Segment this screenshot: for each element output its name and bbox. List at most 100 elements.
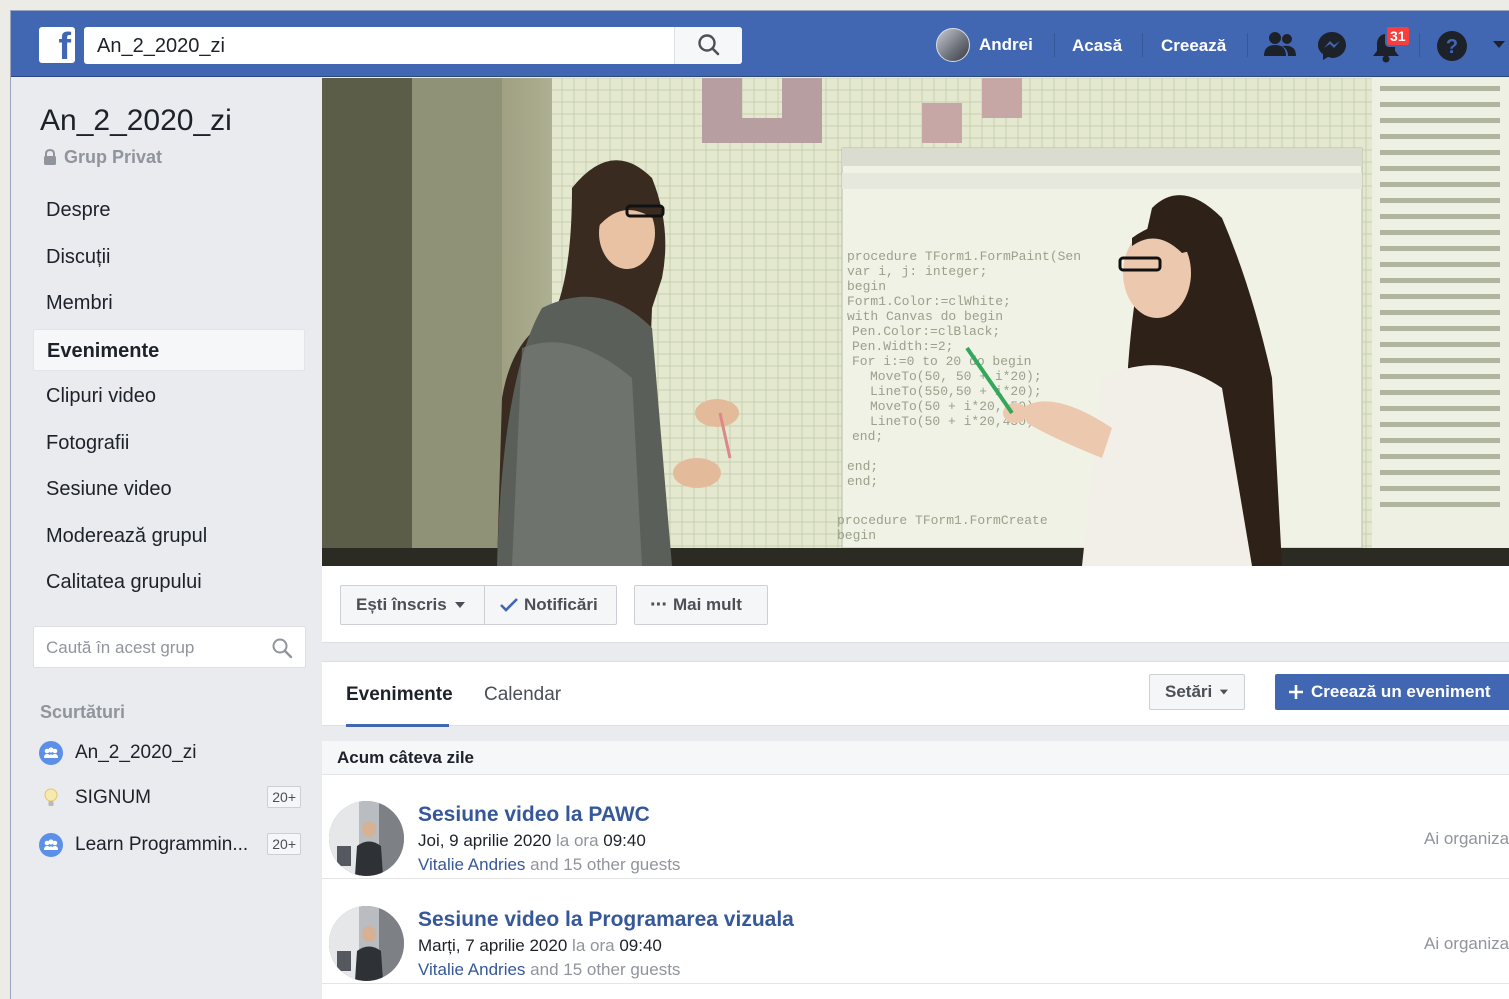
list-item[interactable]: Sesiune video la Programarea vizuala Mar… bbox=[322, 880, 1509, 984]
active-tab-indicator bbox=[346, 724, 449, 727]
svg-text:end;: end; bbox=[847, 474, 878, 489]
notifications-label: Notificări bbox=[524, 595, 598, 614]
cover-image: procedure TForm1.FormPaint(Sen var i, j:… bbox=[322, 78, 1509, 566]
sidebar-item-group-quality[interactable]: Calitatea grupului bbox=[33, 561, 305, 603]
event-photo-image bbox=[329, 906, 404, 981]
event-day: Marți, 7 aprilie 2020 bbox=[418, 936, 568, 955]
svg-text:For i:=0 to 20 do begin: For i:=0 to 20 do begin bbox=[852, 354, 1031, 369]
list-item[interactable]: Sesiune video la PAWC Joi, 9 aprilie 202… bbox=[322, 775, 1509, 879]
notifications-button[interactable]: Notificări bbox=[484, 585, 617, 625]
event-photo-image bbox=[329, 801, 404, 876]
group-search-input[interactable]: Caută în acest grup bbox=[33, 626, 306, 668]
create-link[interactable]: Creează bbox=[1161, 36, 1226, 56]
svg-text:begin: begin bbox=[847, 279, 886, 294]
search-icon bbox=[698, 34, 720, 56]
nav-divider bbox=[1142, 33, 1143, 57]
sidebar-item-moderate-group[interactable]: Moderează grupul bbox=[33, 515, 305, 557]
shortcut-item[interactable]: SIGNUM 20+ bbox=[39, 783, 301, 813]
notification-count-badge: 31 bbox=[1385, 25, 1411, 47]
profile-link[interactable]: Andrei bbox=[936, 28, 1033, 62]
event-day: Joi, 9 aprilie 2020 bbox=[418, 831, 552, 850]
messenger-icon[interactable] bbox=[1316, 30, 1348, 62]
group-sidebar: An_2_2020_zi Grup Privat Despre Discuții… bbox=[11, 78, 322, 999]
event-guests: Vitalie Andries and 15 other guests bbox=[418, 855, 680, 875]
sidebar-item-videos[interactable]: Clipuri video bbox=[33, 375, 305, 417]
svg-text:Form1.Color:=clWhite;: Form1.Color:=clWhite; bbox=[847, 294, 1011, 309]
settings-dropdown-button[interactable]: Setări bbox=[1149, 674, 1245, 710]
joined-dropdown-button[interactable]: Ești înscris bbox=[340, 585, 485, 625]
sidebar-item-events[interactable]: Evenimente bbox=[33, 329, 305, 371]
group-action-bar: Ești înscris Notificări ··· Mai mult bbox=[322, 566, 1509, 643]
global-search-input[interactable]: An_2_2020_zi bbox=[84, 27, 742, 64]
shortcut-count-badge: 20+ bbox=[267, 786, 301, 808]
event-time: 09:40 bbox=[603, 831, 646, 850]
sidebar-item-members[interactable]: Membri bbox=[33, 282, 305, 324]
svg-text:Pen.Width:=2;: Pen.Width:=2; bbox=[852, 339, 953, 354]
top-navigation-bar: f An_2_2020_zi Andrei Acasă Creează 31 ? bbox=[11, 11, 1509, 77]
nav-divider bbox=[1247, 33, 1248, 57]
events-panel-header: Evenimente Calendar Setări Creează un ev… bbox=[322, 661, 1509, 727]
group-icon bbox=[39, 833, 63, 857]
events-list: Acum câteva zile Sesiune video la PAWC J… bbox=[322, 741, 1509, 999]
friend-requests-icon[interactable] bbox=[1263, 30, 1297, 60]
event-title[interactable]: Sesiune video la PAWC bbox=[418, 803, 650, 827]
plus-icon bbox=[1289, 685, 1303, 699]
event-guests-count: and 15 other guests bbox=[530, 960, 681, 979]
svg-text:procedure TForm1.FormPaint(Sen: procedure TForm1.FormPaint(Sen bbox=[847, 249, 1081, 264]
group-privacy: Grup Privat bbox=[42, 147, 162, 168]
group-icon bbox=[39, 741, 63, 765]
group-cover-photo[interactable]: procedure TForm1.FormPaint(Sen var i, j:… bbox=[322, 78, 1509, 566]
sidebar-item-photos[interactable]: Fotografii bbox=[33, 422, 305, 464]
shortcut-label: An_2_2020_zi bbox=[75, 742, 197, 763]
tab-calendar[interactable]: Calendar bbox=[484, 684, 561, 706]
account-menu-chevron-down-icon[interactable] bbox=[1491, 39, 1507, 51]
lock-icon bbox=[44, 149, 56, 165]
svg-text:var i, j: integer;: var i, j: integer; bbox=[847, 264, 987, 279]
checkmark-icon bbox=[500, 598, 518, 612]
event-title[interactable]: Sesiune video la Programarea vizuala bbox=[418, 908, 794, 932]
create-event-label: Creează un eveniment bbox=[1311, 682, 1491, 701]
sidebar-item-about[interactable]: Despre bbox=[33, 189, 305, 231]
svg-text:with Canvas do begin: with Canvas do begin bbox=[847, 309, 1003, 324]
shortcut-item[interactable]: An_2_2020_zi bbox=[39, 738, 301, 768]
event-thumbnail[interactable] bbox=[329, 906, 404, 981]
svg-text:end;: end; bbox=[847, 459, 878, 474]
joined-label: Ești înscris bbox=[356, 595, 447, 614]
search-button[interactable] bbox=[674, 27, 742, 64]
shortcut-item[interactable]: Learn Programmin... 20+ bbox=[39, 830, 301, 860]
group-title[interactable]: An_2_2020_zi bbox=[40, 104, 232, 138]
group-privacy-label: Grup Privat bbox=[64, 147, 163, 167]
search-value: An_2_2020_zi bbox=[97, 35, 225, 57]
search-icon[interactable] bbox=[271, 637, 293, 659]
event-at: la ora bbox=[556, 831, 599, 850]
ellipsis-icon: ··· bbox=[650, 594, 668, 616]
nav-divider bbox=[1054, 33, 1055, 57]
more-button[interactable]: ··· Mai mult bbox=[634, 585, 768, 625]
facebook-logo-icon[interactable]: f bbox=[39, 27, 75, 63]
svg-text:procedure TForm1.FormCreate: procedure TForm1.FormCreate bbox=[837, 513, 1048, 528]
home-link[interactable]: Acasă bbox=[1072, 36, 1122, 56]
avatar bbox=[936, 28, 970, 62]
event-date: Marți, 7 aprilie 2020 la ora 09:40 bbox=[418, 936, 662, 956]
lightbulb-icon bbox=[39, 786, 63, 810]
event-guests-count: and 15 other guests bbox=[530, 855, 681, 874]
shortcuts-heading: Scurtături bbox=[40, 702, 126, 722]
help-icon[interactable]: ? bbox=[1435, 29, 1469, 63]
create-event-button[interactable]: Creează un eveniment bbox=[1275, 674, 1509, 710]
sidebar-item-discussion[interactable]: Discuții bbox=[33, 236, 305, 278]
nav-divider bbox=[1419, 33, 1420, 57]
chevron-down-icon bbox=[1220, 689, 1229, 695]
sidebar-item-video-sessions[interactable]: Sesiune video bbox=[33, 468, 305, 510]
svg-text:MoveTo(50, 50 + i*20);: MoveTo(50, 50 + i*20); bbox=[870, 369, 1042, 384]
tab-events[interactable]: Evenimente bbox=[346, 684, 453, 706]
settings-label: Setări bbox=[1165, 682, 1213, 701]
svg-text:begin: begin bbox=[837, 528, 876, 543]
svg-text:end;: end; bbox=[852, 429, 883, 444]
events-section-heading: Acum câteva zile bbox=[322, 741, 1509, 775]
event-thumbnail[interactable] bbox=[329, 801, 404, 876]
event-at: la ora bbox=[572, 936, 615, 955]
event-host-link[interactable]: Vitalie Andries bbox=[418, 855, 525, 874]
svg-text:LineTo(550,50 + i*20);: LineTo(550,50 + i*20); bbox=[870, 384, 1042, 399]
event-guests: Vitalie Andries and 15 other guests bbox=[418, 960, 680, 980]
event-host-link[interactable]: Vitalie Andries bbox=[418, 960, 525, 979]
